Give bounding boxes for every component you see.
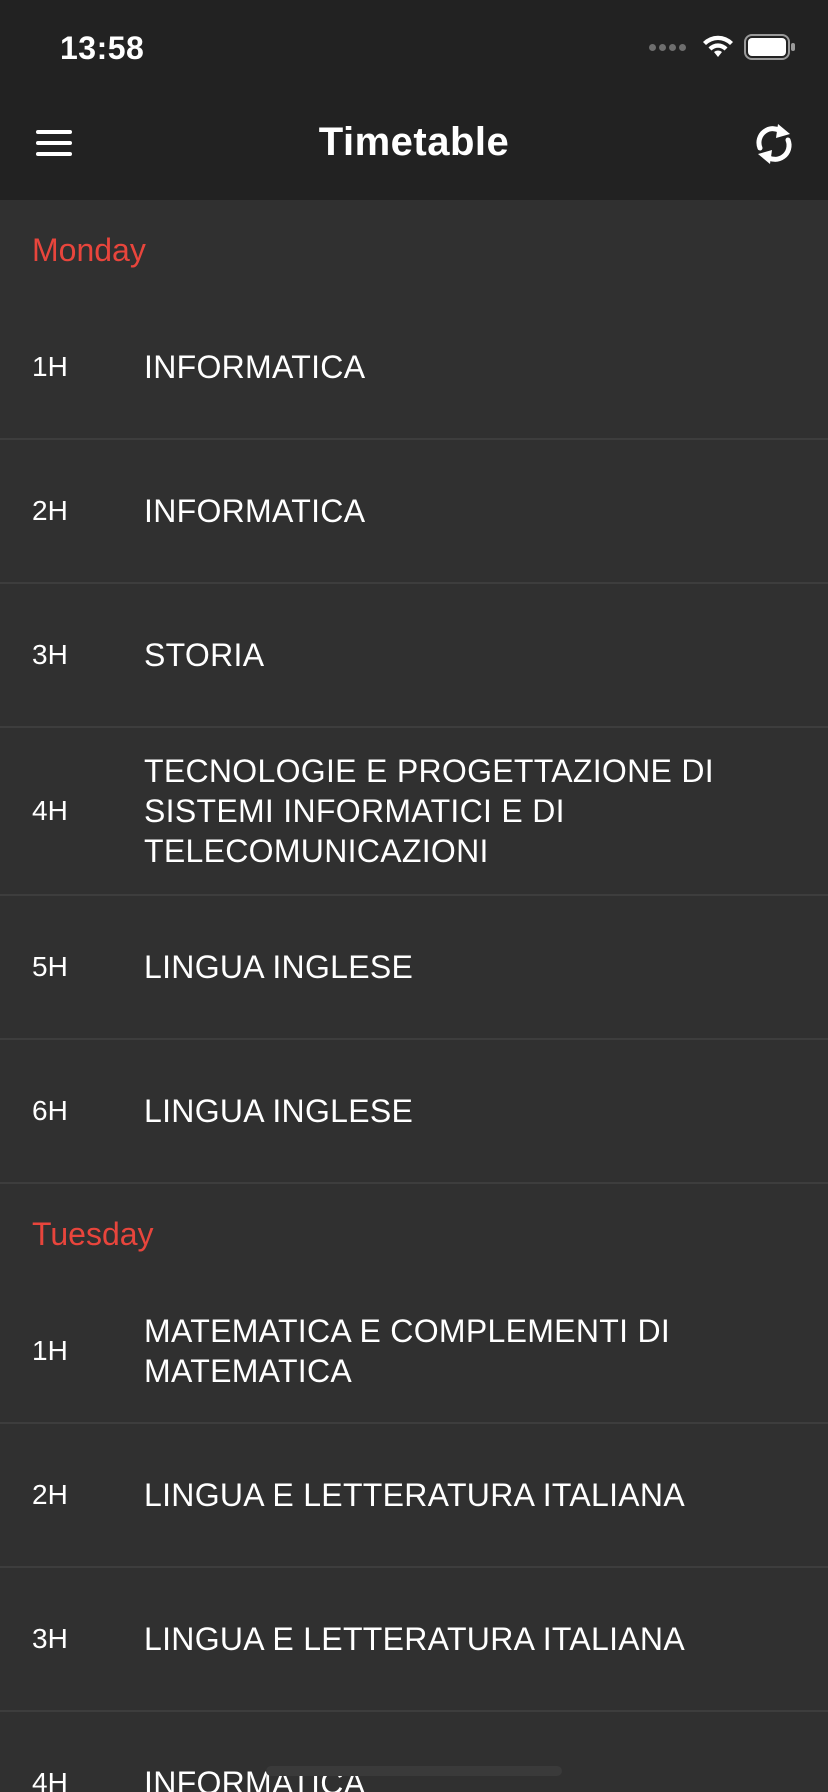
lesson-subject: LINGUA INGLESE [144, 949, 414, 985]
battery-icon [744, 34, 795, 60]
lesson-subject: LINGUA E LETTERATURA ITALIANA [144, 1477, 685, 1513]
timetable-list[interactable]: Monday 1H INFORMATICA 2H INFORMATICA 3H … [0, 200, 828, 1792]
lesson-row[interactable]: 4H TECNOLOGIE E PROGETTAZIONE DI SISTEMI… [0, 728, 828, 896]
lesson-hour: 4H [32, 795, 68, 826]
lesson-subject: INFORMATICA [144, 349, 366, 385]
lesson-hour: 6H [32, 1095, 68, 1126]
refresh-button[interactable] [752, 120, 800, 172]
refresh-icon [756, 124, 792, 164]
lesson-subject: TECNOLOGIE E PROGETTAZIONE DI SISTEMI IN… [144, 753, 714, 869]
day-header-tuesday: Tuesday [32, 1216, 154, 1252]
lesson-hour: 2H [32, 495, 68, 526]
status-bar: 13:58 [0, 0, 828, 96]
lesson-hour: 3H [32, 1623, 68, 1654]
lesson-row[interactable]: 1H INFORMATICA [0, 296, 828, 440]
navigation-bar: Timetable [0, 96, 828, 200]
page-title: Timetable [318, 120, 510, 164]
lesson-row[interactable]: 1H MATEMATICA E COMPLEMENTI DI MATEMATIC… [0, 1280, 828, 1424]
lesson-hour: 5H [32, 951, 68, 982]
lesson-row[interactable]: 5H LINGUA INGLESE [0, 896, 828, 1040]
status-time: 13:58 [60, 30, 145, 66]
lesson-row[interactable]: 2H INFORMATICA [0, 440, 828, 584]
lesson-row[interactable]: 4H INFORMATICA [0, 1712, 828, 1792]
lesson-subject: LINGUA INGLESE [144, 1093, 414, 1129]
lesson-row[interactable]: 3H LINGUA E LETTERATURA ITALIANA [0, 1568, 828, 1712]
lesson-hour: 4H [32, 1767, 68, 1792]
lesson-subject: INFORMATICA [144, 493, 366, 529]
lesson-subject: STORIA [144, 637, 265, 673]
day-header-monday: Monday [32, 232, 146, 268]
lesson-row[interactable]: 3H STORIA [0, 584, 828, 728]
lesson-hour: 2H [32, 1479, 68, 1510]
lesson-subject: LINGUA E LETTERATURA ITALIANA [144, 1621, 685, 1657]
home-indicator[interactable] [266, 1766, 562, 1776]
lesson-subject: MATEMATICA E COMPLEMENTI DI MATEMATICA [144, 1313, 671, 1389]
cellular-signal-icon [649, 43, 686, 51]
lesson-row[interactable]: 2H LINGUA E LETTERATURA ITALIANA [0, 1424, 828, 1568]
lesson-hour: 1H [32, 351, 68, 382]
lesson-hour: 3H [32, 639, 68, 670]
wifi-icon [703, 35, 733, 57]
lesson-hour: 1H [32, 1335, 68, 1366]
status-icons [649, 34, 796, 60]
lesson-row[interactable]: 6H LINGUA INGLESE [0, 1040, 828, 1184]
